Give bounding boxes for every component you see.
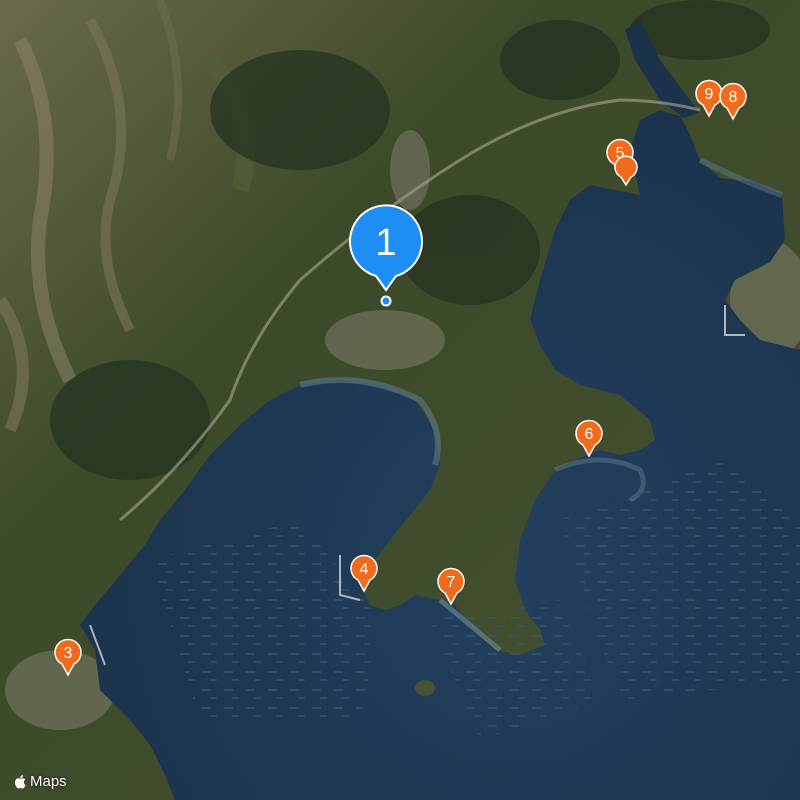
- maps-attribution-text: Maps: [30, 773, 67, 790]
- island: [415, 680, 435, 696]
- map-marker-1-selected[interactable]: 1: [346, 204, 426, 308]
- map-marker-8[interactable]: 8: [719, 82, 747, 121]
- map-marker-4[interactable]: 4: [350, 554, 378, 593]
- map-marker-7[interactable]: 7: [437, 567, 465, 606]
- maps-attribution[interactable]: Maps: [14, 773, 67, 790]
- map-marker-6[interactable]: 6: [575, 419, 603, 458]
- apple-logo-icon: [15, 775, 26, 789]
- map-marker-3[interactable]: 3: [54, 638, 82, 677]
- satellite-imagery: [0, 0, 800, 800]
- map-view[interactable]: 9 8 5 6 4 7 3 1 Maps: [0, 0, 800, 800]
- map-marker-5-cluster[interactable]: [612, 155, 640, 187]
